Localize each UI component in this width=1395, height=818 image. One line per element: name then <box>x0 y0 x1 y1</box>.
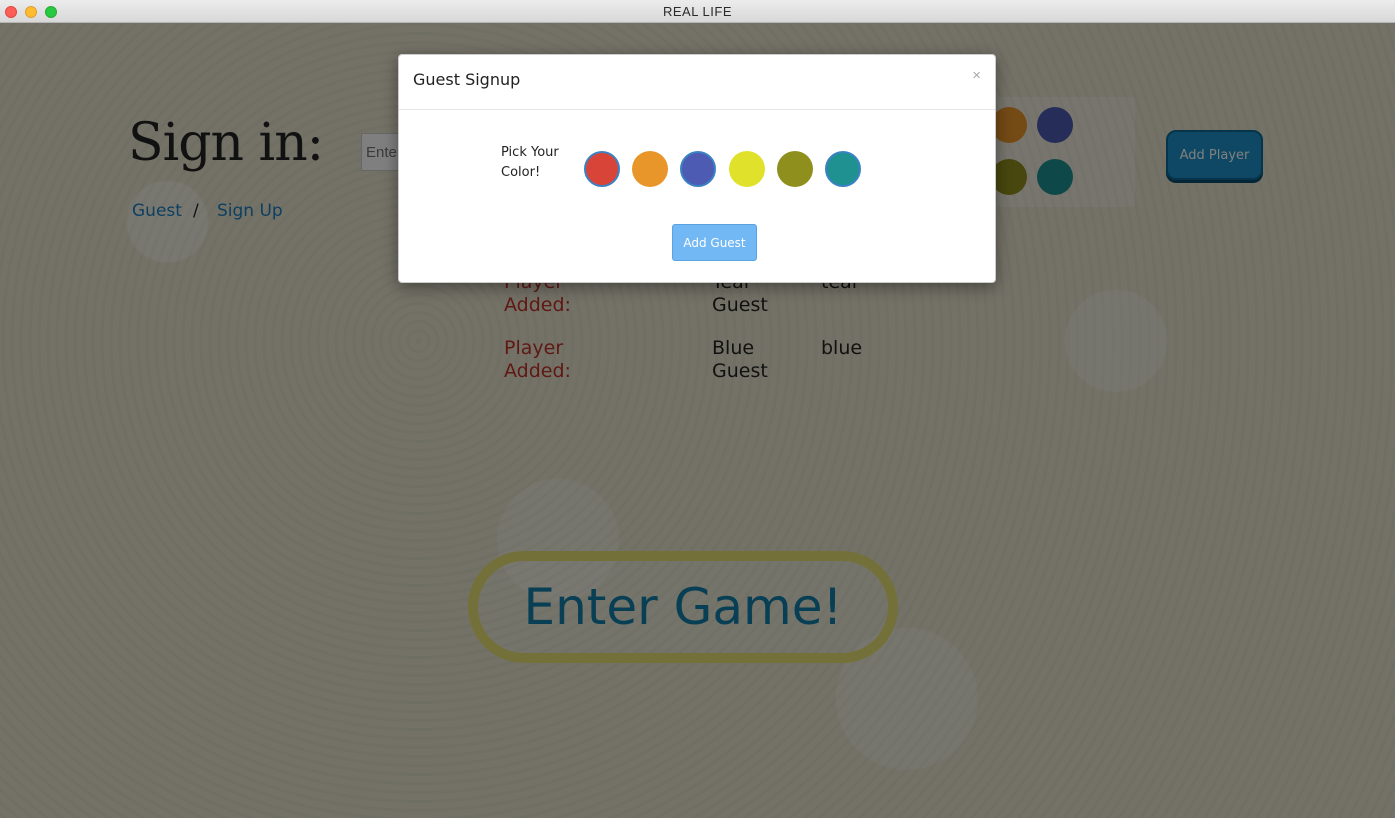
color-swatch-red[interactable] <box>584 151 620 187</box>
color-swatch-yellow[interactable] <box>729 151 765 187</box>
color-swatch-olive[interactable] <box>777 151 813 187</box>
window-titlebar: REAL LIFE <box>0 0 1395 23</box>
color-swatch-teal[interactable] <box>825 151 861 187</box>
window-title: REAL LIFE <box>662 4 733 19</box>
pick-color-label: Pick Your Color! <box>501 145 559 180</box>
color-swatch-orange[interactable] <box>632 151 668 187</box>
close-icon[interactable]: × <box>972 67 981 84</box>
add-guest-button[interactable]: Add Guest <box>672 224 757 261</box>
guest-signup-modal: Guest Signup × Pick Your Color! Add Gues… <box>398 54 996 283</box>
color-swatch-blue[interactable] <box>680 151 716 187</box>
modal-header: Guest Signup × <box>399 55 995 110</box>
modal-title: Guest Signup <box>413 70 521 89</box>
